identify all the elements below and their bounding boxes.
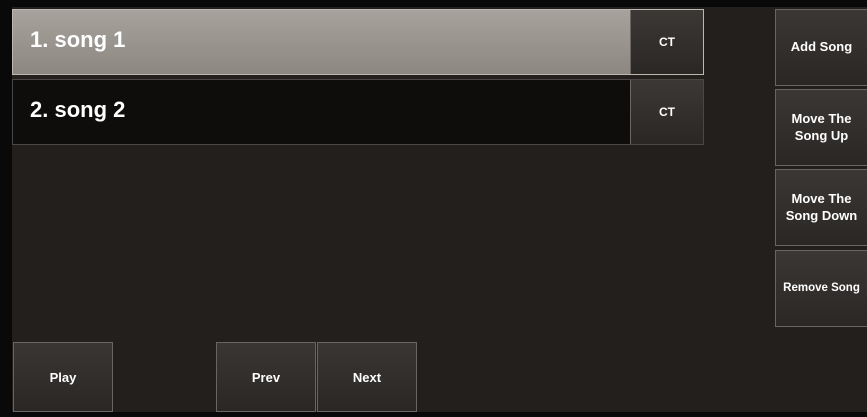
remove-song-button[interactable]: Remove Song xyxy=(775,250,867,327)
next-button[interactable]: Next xyxy=(317,342,417,412)
playlist-item-label: 2. song 2 xyxy=(30,97,126,122)
prev-button[interactable]: Prev xyxy=(216,342,316,412)
ct-button[interactable]: CT xyxy=(630,80,703,144)
ct-button[interactable]: CT xyxy=(630,10,703,74)
playlist-item-2[interactable]: 2. song 2 CT xyxy=(12,79,704,145)
playlist-item-1[interactable]: 1. song 1 CT xyxy=(12,9,704,75)
move-song-up-button[interactable]: Move The Song Up xyxy=(775,89,867,166)
move-song-down-button[interactable]: Move The Song Down xyxy=(775,169,867,246)
add-song-button[interactable]: Add Song xyxy=(775,9,867,86)
playlist-item-label: 1. song 1 xyxy=(30,27,126,52)
play-button[interactable]: Play xyxy=(13,342,113,412)
